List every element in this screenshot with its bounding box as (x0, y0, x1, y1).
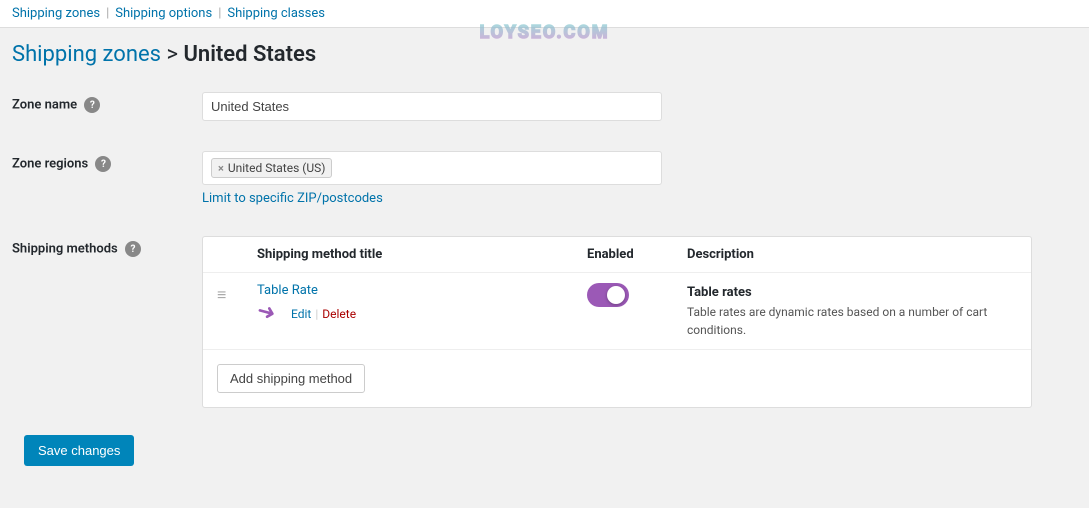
region-tag-us: × United States (US) (211, 158, 332, 178)
zone-name-input[interactable] (202, 92, 662, 121)
save-changes-button[interactable]: Save changes (24, 435, 134, 466)
arrow-indicator-icon (257, 302, 287, 326)
remove-us-tag[interactable]: × (218, 162, 224, 175)
shipping-methods-container: Shipping method title Enabled Descriptio… (202, 236, 1032, 408)
zone-regions-cell: × United States (US) Limit to specific Z… (202, 136, 1077, 221)
breadcrumb-parent-link[interactable]: Shipping zones (12, 42, 161, 67)
col-enabled-header: Enabled (587, 247, 687, 262)
drag-handle-icon[interactable]: ≡ (217, 283, 257, 305)
breadcrumb-separator: > (166, 42, 183, 67)
nav-separator-2: | (218, 6, 221, 21)
breadcrumb: Shipping zones > United States (0, 28, 1089, 77)
nav-shipping-classes[interactable]: Shipping classes (227, 6, 325, 21)
zone-regions-field[interactable]: × United States (US) (202, 151, 662, 185)
method-enabled-cell (587, 283, 687, 311)
shipping-methods-row: Shipping methods ? Shipping method title… (12, 221, 1077, 423)
shipping-methods-cell: Shipping method title Enabled Descriptio… (202, 221, 1077, 423)
actions-separator: | (315, 307, 318, 321)
breadcrumb-current: United States (183, 42, 316, 67)
method-desc-text: Table rates are dynamic rates based on a… (687, 303, 1017, 339)
zone-name-cell (202, 77, 1077, 136)
zone-name-row: Zone name ? (12, 77, 1077, 136)
nav-shipping-zones[interactable]: Shipping zones (12, 6, 100, 21)
save-area: Save changes (12, 423, 1077, 478)
method-enabled-toggle[interactable] (587, 283, 629, 307)
method-edit-link[interactable]: Edit (291, 307, 311, 321)
region-tag-label: United States (US) (228, 161, 326, 175)
add-shipping-method-button[interactable]: Add shipping method (217, 364, 365, 393)
nav-shipping-options[interactable]: Shipping options (115, 6, 212, 21)
zone-regions-help-icon[interactable]: ? (95, 156, 111, 172)
zone-regions-row: Zone regions ? × United States (US) Limi… (12, 136, 1077, 221)
zone-name-label: Zone name ? (12, 77, 202, 136)
method-description-cell: Table rates Table rates are dynamic rate… (687, 283, 1017, 339)
table-row: ≡ Table Rate Edit | Delete (203, 273, 1031, 350)
method-desc-title: Table rates (687, 285, 1017, 300)
col-method-title-header: Shipping method title (257, 247, 587, 262)
nav-separator-1: | (106, 6, 109, 21)
zone-regions-label: Zone regions ? (12, 136, 202, 221)
settings-form: Zone name ? Zone regions ? × Un (12, 77, 1077, 423)
col-drag-header (217, 247, 257, 262)
method-delete-link[interactable]: Delete (322, 307, 356, 321)
limit-zip-link[interactable]: Limit to specific ZIP/postcodes (202, 191, 1077, 206)
shipping-methods-help-icon[interactable]: ? (125, 241, 141, 257)
top-nav: Shipping zones | Shipping options | Ship… (0, 0, 1089, 28)
method-name-cell: Table Rate Edit | Delete (257, 283, 587, 326)
zone-name-help-icon[interactable]: ? (84, 97, 100, 113)
shipping-methods-label: Shipping methods ? (12, 221, 202, 423)
shipping-methods-header: Shipping method title Enabled Descriptio… (203, 237, 1031, 273)
method-name-link[interactable]: Table Rate (257, 283, 587, 298)
toggle-slider (587, 283, 629, 307)
add-method-area: Add shipping method (203, 350, 1031, 407)
main-content: Zone name ? Zone regions ? × Un (0, 77, 1089, 490)
col-description-header: Description (687, 247, 1017, 262)
method-actions: Edit | Delete (257, 302, 587, 326)
